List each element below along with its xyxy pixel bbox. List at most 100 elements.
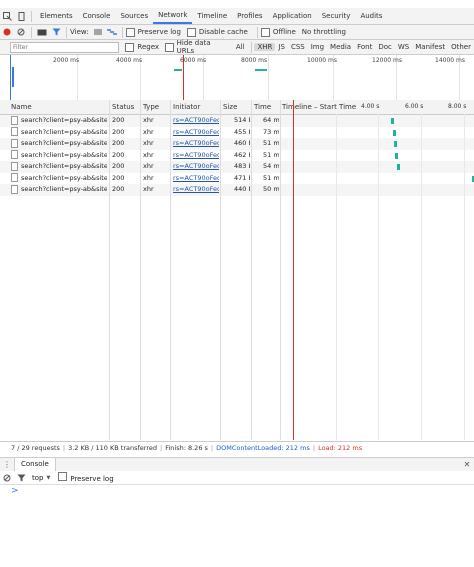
tab-application[interactable]: Application xyxy=(268,8,317,24)
tab-elements[interactable]: Elements xyxy=(35,8,78,24)
tab-security[interactable]: Security xyxy=(317,8,356,24)
device-toolbar-icon[interactable] xyxy=(14,9,28,23)
table-row[interactable]: search?client=psy-ab&site=... 200 xhr rs=AC… xyxy=(0,172,474,185)
filter-type-other[interactable]: Other xyxy=(448,43,474,51)
request-initiator[interactable]: rs=ACT90oFeq... xyxy=(173,127,219,139)
request-status: 200 xyxy=(112,173,125,182)
column-header-type[interactable]: Type xyxy=(143,100,159,114)
chevron-down-icon[interactable]: ▼ xyxy=(46,475,50,481)
filter-funnel-icon[interactable] xyxy=(49,25,63,39)
load-time: Load: 212 ms xyxy=(318,444,363,452)
context-selector[interactable]: top xyxy=(32,474,43,482)
hide-data-urls-checkbox[interactable]: Hide data URLs xyxy=(165,39,227,55)
request-name-text: search?client=psy-ab&site=... xyxy=(21,116,107,124)
table-row[interactable]: search?client=psy-ab&site=... 200 xhr rs=AC… xyxy=(0,184,474,196)
request-status: 200 xyxy=(112,116,125,124)
request-name[interactable]: search?client=psy-ab&site=... xyxy=(11,161,107,173)
filter-type-manifest[interactable]: Manifest xyxy=(412,43,448,51)
column-divider xyxy=(251,100,252,440)
tab-profiles[interactable]: Profiles xyxy=(232,8,267,24)
status-separator: | xyxy=(312,444,316,452)
preserve-log-checkbox[interactable]: Preserve log xyxy=(125,27,181,37)
tab-timeline[interactable]: Timeline xyxy=(192,8,232,24)
record-icon[interactable] xyxy=(0,25,14,39)
column-header-name[interactable]: Name xyxy=(11,100,32,114)
tab-network[interactable]: Network xyxy=(153,8,193,24)
filter-type-css[interactable]: CSS xyxy=(288,43,308,51)
filter-type-ws[interactable]: WS xyxy=(395,43,412,51)
request-name[interactable]: search?client=psy-ab&site=... xyxy=(11,173,107,185)
column-header-status[interactable]: Status xyxy=(112,100,134,114)
inspect-element-icon[interactable] xyxy=(0,9,14,23)
throttling-select[interactable]: No throttling xyxy=(302,28,346,36)
request-initiator[interactable]: rs=ACT90oFeq... xyxy=(173,184,219,196)
checkbox-box[interactable] xyxy=(125,27,135,37)
divider xyxy=(31,26,32,38)
column-header-initiator[interactable]: Initiator xyxy=(173,100,200,114)
table-row[interactable]: search?client=psy-ab&site=... 200 xhr rs=AC… xyxy=(0,161,474,173)
console-filter-icon[interactable] xyxy=(14,471,28,485)
request-initiator[interactable]: rs=ACT90oFeq... xyxy=(173,115,219,127)
request-size: 471 B xyxy=(234,173,250,182)
checkbox-box[interactable] xyxy=(58,472,68,481)
large-rows-icon[interactable] xyxy=(91,25,105,39)
overview-tick: 6000 ms xyxy=(180,57,207,64)
clear-console-icon[interactable] xyxy=(0,471,14,485)
console-prompt[interactable]: > xyxy=(11,486,19,496)
column-header-size[interactable]: Size xyxy=(223,100,237,114)
tab-audits[interactable]: Audits xyxy=(355,8,387,24)
console-preserve-log-checkbox[interactable]: Preserve log xyxy=(58,472,114,483)
column-header-time[interactable]: Time xyxy=(254,100,271,114)
divider xyxy=(31,10,32,22)
waterfall-view-icon[interactable] xyxy=(105,25,119,39)
column-divider xyxy=(140,100,141,440)
filter-type-js[interactable]: JS xyxy=(275,43,288,51)
regex-checkbox[interactable]: Regex xyxy=(125,42,159,52)
overview-request-mark xyxy=(12,67,14,87)
request-status: 200 xyxy=(112,162,125,170)
request-name[interactable]: search?client=psy-ab&site=... xyxy=(11,127,107,139)
checkbox-box[interactable] xyxy=(260,27,270,37)
offline-checkbox[interactable]: Offline xyxy=(260,27,296,37)
checkbox-box[interactable] xyxy=(186,27,196,37)
timeline-tick: 4.00 s xyxy=(361,103,380,110)
tab-sources[interactable]: Sources xyxy=(115,8,153,24)
tab-console[interactable]: Console xyxy=(78,8,116,24)
divider xyxy=(66,26,67,38)
screenshot-camera-icon[interactable] xyxy=(35,25,49,39)
checkbox-box[interactable] xyxy=(165,42,174,52)
request-initiator[interactable]: rs=ACT90oFeq... xyxy=(173,173,219,185)
request-name[interactable]: search?client=psy-ab&site=... xyxy=(11,138,107,150)
request-name[interactable]: search?client=psy-ab&site=... xyxy=(11,150,107,162)
drawer-menu-icon[interactable]: ⋮ xyxy=(0,458,14,472)
overview-tick: 10000 ms xyxy=(307,57,337,64)
filter-type-xhr[interactable]: XHR xyxy=(254,43,276,51)
table-row[interactable]: search?client=psy-ab&site=... 200 xhr rs=AC… xyxy=(0,149,474,162)
filter-type-font[interactable]: Font xyxy=(354,43,375,51)
filter-type-media[interactable]: Media xyxy=(327,43,354,51)
file-icon xyxy=(11,150,18,159)
request-initiator[interactable]: rs=ACT90oFeq... xyxy=(173,161,219,173)
filter-type-doc[interactable]: Doc xyxy=(375,43,395,51)
request-initiator[interactable]: rs=ACT90oFeq... xyxy=(173,150,219,162)
request-name[interactable]: search?client=psy-ab&site=... xyxy=(11,184,107,196)
clear-icon[interactable] xyxy=(14,25,28,39)
filter-type-all[interactable]: All xyxy=(233,43,248,51)
request-name[interactable]: search?client=psy-ab&site=... xyxy=(11,115,107,127)
waterfall-bar xyxy=(391,118,395,124)
network-overview[interactable]: 2000 ms 4000 ms 6000 ms 8000 ms 10000 ms… xyxy=(0,55,474,101)
table-row[interactable]: search?client=psy-ab&site=... 200 xhr rs=AC… xyxy=(0,126,474,139)
drawer-tab-console[interactable]: Console xyxy=(14,458,56,471)
filter-input[interactable] xyxy=(10,41,120,53)
request-type: xhr xyxy=(143,162,154,170)
file-icon xyxy=(11,161,18,171)
table-row[interactable]: search?client=psy-ab&site=... 200 xhr rs=AC… xyxy=(0,138,474,150)
close-drawer-icon[interactable]: ✕ xyxy=(460,458,474,472)
column-divider xyxy=(220,100,221,440)
request-count: 7 / 29 requests xyxy=(11,444,60,452)
filter-type-img[interactable]: Img xyxy=(308,43,327,51)
disable-cache-checkbox[interactable]: Disable cache xyxy=(186,27,248,37)
request-initiator[interactable]: rs=ACT90oFeq... xyxy=(173,138,219,150)
table-row[interactable]: search?client=psy-ab&site=... 200 xhr rs=AC… xyxy=(0,115,474,127)
checkbox-box[interactable] xyxy=(125,42,135,52)
